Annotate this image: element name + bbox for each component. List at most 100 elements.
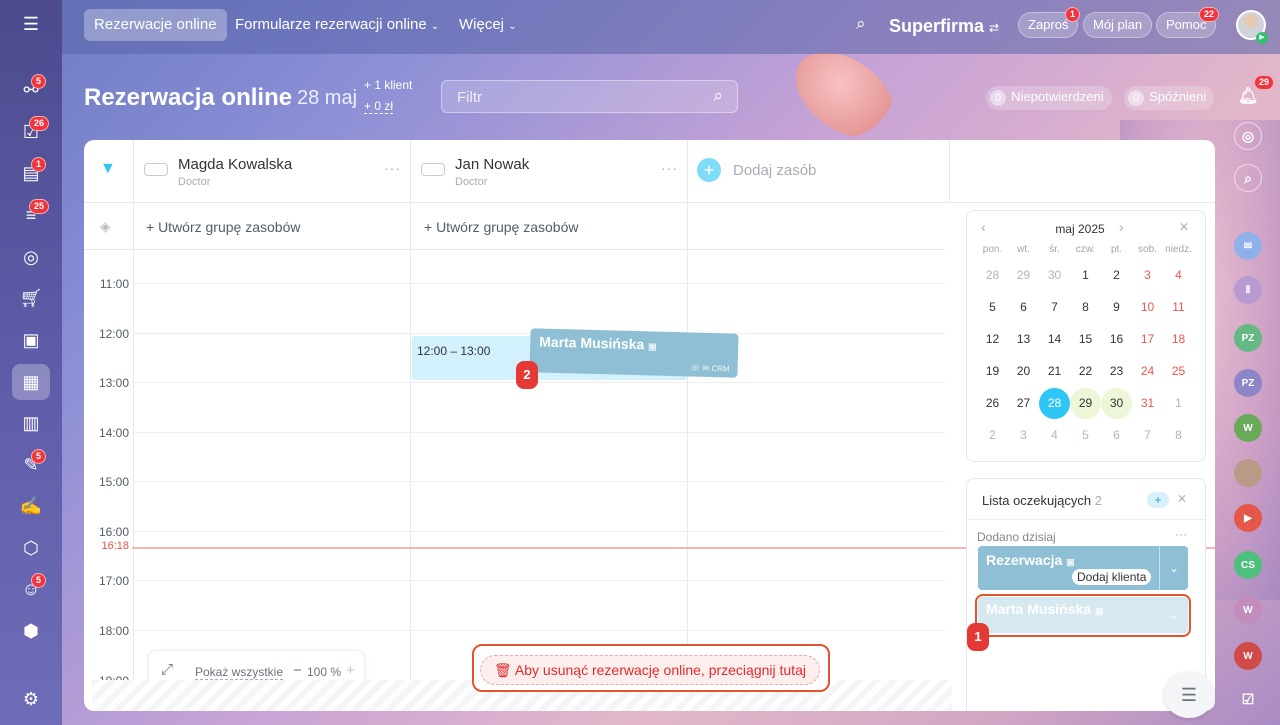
resource-toggle[interactable] xyxy=(144,163,168,176)
calendar-day[interactable]: 15 xyxy=(1070,324,1101,355)
collapse-icon[interactable]: ⨯ xyxy=(1177,491,1187,505)
robot-icon[interactable]: ☺ 5 xyxy=(17,573,47,603)
chat-avatar[interactable]: PZ xyxy=(1234,324,1262,352)
filter-funnel-icon[interactable]: ≡ 25 xyxy=(17,199,50,229)
chat-avatar[interactable]: Ⅱ xyxy=(1234,276,1262,304)
search-icon[interactable]: ⌕ xyxy=(856,14,866,34)
cart-icon[interactable]: 🛒︎ xyxy=(17,284,45,312)
calendar-day[interactable]: 4 xyxy=(1163,260,1194,291)
calendar-day[interactable]: 20 xyxy=(1008,356,1039,387)
calendar-day[interactable]: 16 xyxy=(1101,324,1132,355)
add-resource-button[interactable]: + Dodaj zasób xyxy=(697,158,816,182)
calendar-day[interactable]: 1 xyxy=(1070,260,1101,291)
calendar-day[interactable]: 5 xyxy=(1070,420,1101,451)
calendar-day[interactable]: 22 xyxy=(1070,356,1101,387)
layers-icon[interactable]: ◈ xyxy=(100,218,111,235)
zoom-out-button[interactable]: − xyxy=(293,662,302,679)
list-button[interactable]: ☰ xyxy=(1164,672,1214,718)
filter-input[interactable]: Filtr ⌕ xyxy=(441,80,738,113)
collapse-icon[interactable]: ⨯ xyxy=(1179,219,1189,233)
calendar-day[interactable]: 13 xyxy=(1008,324,1039,355)
show-all-link[interactable]: Pokaż wszystkie xyxy=(195,665,284,680)
menu-icon[interactable]: ☰ xyxy=(17,10,45,38)
date-label[interactable]: 28 maj xyxy=(297,87,357,110)
analytics-icon[interactable]: ▥ xyxy=(17,409,45,437)
calendar-day[interactable]: 17 xyxy=(1132,324,1163,355)
hexagon-icon[interactable]: ⬡ xyxy=(17,534,45,562)
calendar-day[interactable]: 2 xyxy=(977,420,1008,451)
calendar-day[interactable]: 23 xyxy=(1101,356,1132,387)
checklist-icon[interactable]: ☑ 26 xyxy=(17,116,50,146)
filter-funnel-icon[interactable]: ▼ xyxy=(100,160,116,178)
target-icon[interactable]: ◎ xyxy=(17,243,45,271)
calendar-day[interactable]: 2 xyxy=(1101,260,1132,291)
calendar-day[interactable]: 26 xyxy=(977,388,1008,419)
calendar-day[interactable]: 12 xyxy=(977,324,1008,355)
expand-icon[interactable]: ⤢ xyxy=(161,661,173,678)
resource-toggle[interactable] xyxy=(421,163,445,176)
more-icon[interactable]: ··· xyxy=(384,160,401,176)
chevron-left-icon[interactable]: ‹ xyxy=(981,219,986,235)
company-name[interactable]: Superfirma ⇄ xyxy=(889,16,999,37)
calendar-day[interactable]: 19 xyxy=(977,356,1008,387)
calendar-day[interactable]: 5 xyxy=(977,292,1008,323)
calendar-day[interactable]: 28 xyxy=(977,260,1008,291)
tasks-flow-icon[interactable]: ⚯ 5 xyxy=(17,74,47,104)
calendar-day[interactable]: 4 xyxy=(1039,420,1070,451)
tab-online-bookings[interactable]: Rezerwacje online xyxy=(84,9,227,41)
chat-avatar[interactable]: CS xyxy=(1234,551,1262,579)
calendar-day[interactable]: 11 xyxy=(1163,292,1194,323)
chat-avatar[interactable]: W xyxy=(1234,596,1262,624)
calendar-day[interactable]: 30 xyxy=(1101,388,1132,419)
document-edit-icon[interactable]: ✎ 5 xyxy=(17,449,47,479)
sign-icon[interactable]: ✍ xyxy=(17,492,45,520)
contacts-icon[interactable]: ▤ 1 xyxy=(17,157,47,187)
package-icon[interactable]: ⬢ xyxy=(17,617,45,645)
zoom-in-button[interactable]: + xyxy=(346,662,355,679)
store-icon[interactable]: ▣ xyxy=(17,326,45,354)
calendar-day[interactable]: 14 xyxy=(1039,324,1070,355)
more-icon[interactable]: ··· xyxy=(661,160,678,176)
booking-calendar-icon[interactable]: ▦ xyxy=(12,364,50,400)
my-plan-button[interactable]: Mój plan xyxy=(1083,12,1153,38)
checkbox-icon[interactable]: ☑ xyxy=(1234,685,1262,713)
calendar-day[interactable]: 29 xyxy=(1008,260,1039,291)
calendar-day[interactable]: 6 xyxy=(1101,420,1132,451)
waitlist-item[interactable]: Rezerwacja ▣ Dodaj klienta ⌄ xyxy=(978,546,1188,590)
create-group-link[interactable]: + Utwórz grupę zasobów xyxy=(146,219,300,235)
target-icon[interactable]: ◎ xyxy=(1234,122,1262,150)
calendar-day[interactable]: 10 xyxy=(1132,292,1163,323)
calendar-day[interactable]: 3 xyxy=(1132,260,1163,291)
add-waitlist-button[interactable]: + xyxy=(1147,492,1169,508)
calendar-day[interactable]: 3 xyxy=(1008,420,1039,451)
add-client-button[interactable]: Dodaj klienta xyxy=(1072,569,1152,585)
calendar-day[interactable]: 24 xyxy=(1132,356,1163,387)
calendar-day[interactable]: 25 xyxy=(1163,356,1194,387)
unconfirmed-filter[interactable]: 0 Niepotwierdzeni xyxy=(986,86,1112,110)
calendar-day[interactable]: 7 xyxy=(1132,420,1163,451)
chat-avatar[interactable]: ✉ xyxy=(1234,232,1262,260)
more-icon[interactable]: ··· xyxy=(1175,527,1187,541)
amount-total[interactable]: + 0 zł xyxy=(364,99,394,114)
dragged-booking-card[interactable]: Marta Musińska ▣ ☏ ✉ CRM xyxy=(529,328,739,378)
video-icon[interactable]: ▶ xyxy=(1234,504,1262,532)
chevron-down-icon[interactable]: ⌄ xyxy=(1159,546,1188,590)
calendar-day[interactable]: 7 xyxy=(1039,292,1070,323)
create-group-link[interactable]: + Utwórz grupę zasobów xyxy=(424,219,578,235)
calendar-day[interactable]: 30 xyxy=(1039,260,1070,291)
calendar-day[interactable]: 21 xyxy=(1039,356,1070,387)
tab-booking-forms[interactable]: Formularze rezerwacji online ⌄ xyxy=(225,9,449,41)
late-filter[interactable]: 0 Spóźnieni xyxy=(1124,86,1215,110)
settings-icon[interactable]: ⚙ xyxy=(17,685,45,713)
calendar-day[interactable]: 8 xyxy=(1070,292,1101,323)
delete-drop-zone[interactable]: 🗑︎ Aby usunąć rezerwację online, przecią… xyxy=(480,655,820,685)
chat-avatar[interactable]: PZ xyxy=(1234,369,1262,397)
calendar-day[interactable]: 1 xyxy=(1163,388,1194,419)
calendar-day[interactable]: 6 xyxy=(1008,292,1039,323)
client-count[interactable]: + 1 klient xyxy=(364,78,412,92)
calendar-day[interactable]: 8 xyxy=(1163,420,1194,451)
chat-search-icon[interactable]: ⌕ xyxy=(1234,164,1262,192)
chat-avatar[interactable] xyxy=(1234,459,1262,487)
chat-avatar[interactable]: W xyxy=(1234,642,1262,670)
chat-avatar[interactable]: W xyxy=(1234,414,1262,442)
